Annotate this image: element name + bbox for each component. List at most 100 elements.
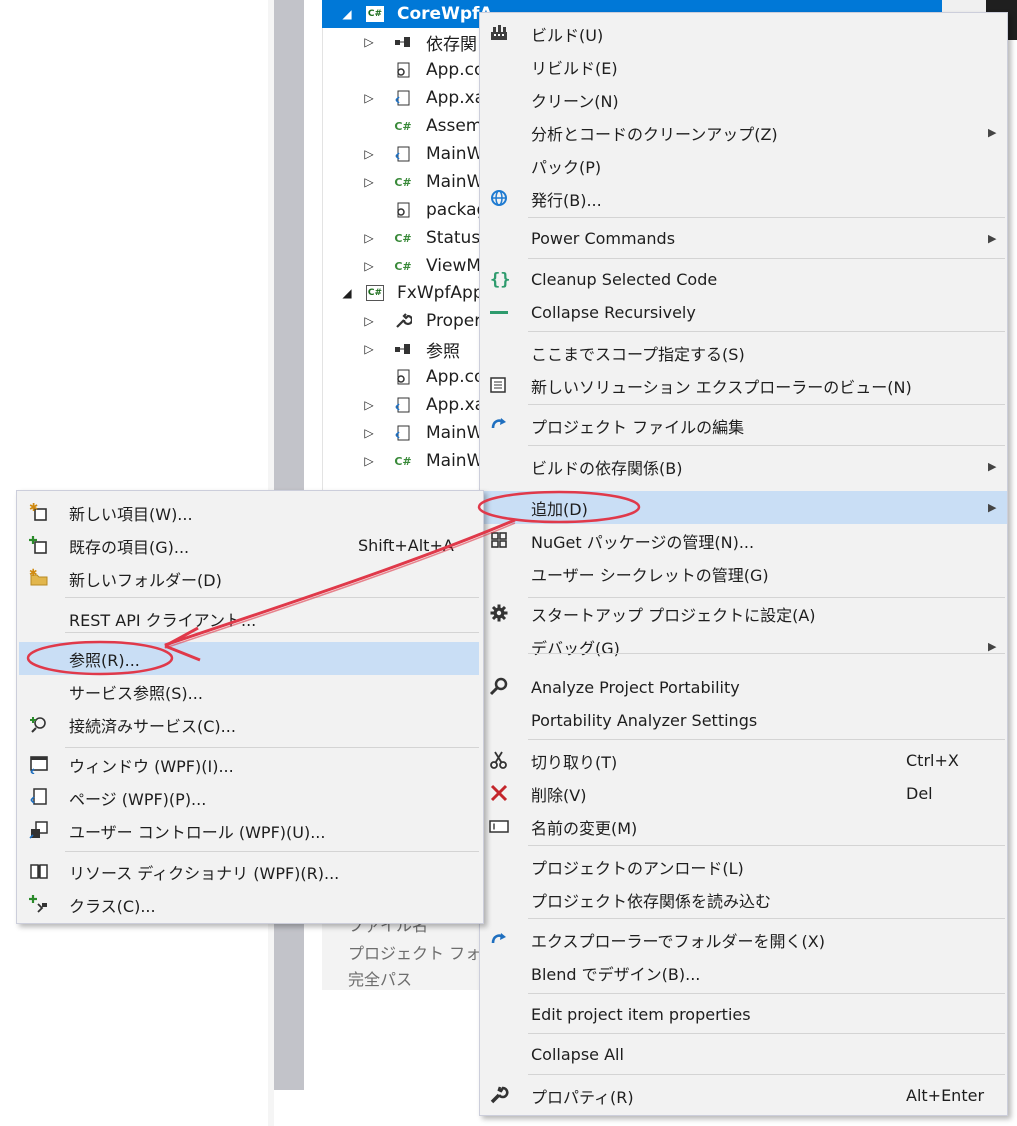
context-menu-item[interactable]: Portability Analyzer Settings	[480, 704, 1007, 737]
context-menu-item[interactable]: 発行(B)...	[480, 182, 1007, 215]
csharp-badge: C#	[394, 175, 412, 189]
svg-text:{}: {}	[490, 270, 509, 289]
submenu-item-label: ページ (WPF)(P)...	[69, 789, 207, 809]
tree-item-label: MainW	[426, 172, 484, 192]
context-menu-item[interactable]: リビルド(E)	[480, 50, 1007, 83]
tree-expand-arrow-icon[interactable]: ◢	[340, 7, 354, 21]
context-menu-item[interactable]: ユーザー シークレットの管理(G)	[480, 557, 1007, 590]
menu-separator	[528, 404, 1005, 405]
tree-expand-arrow-icon[interactable]: ▷	[362, 259, 376, 273]
tree-item-label: App.xa	[426, 395, 486, 415]
context-menu-item[interactable]: 切り取り(T) Ctrl+X	[480, 744, 1007, 777]
tree-item-label: App.co	[426, 367, 485, 387]
rename-icon	[487, 814, 511, 838]
context-menu-item[interactable]: パック(P)	[480, 149, 1007, 182]
tree-item-label: MainW	[426, 144, 484, 164]
context-menu-item[interactable]: Collapse All	[480, 1038, 1007, 1071]
context-menu-item-label: 切り取り(T)	[531, 752, 618, 772]
csharp-badge: C#	[366, 6, 384, 22]
context-menu-item-label: クリーン(N)	[531, 91, 619, 111]
submenu-item-label: リソース ディクショナリ (WPF)(R)...	[69, 863, 340, 883]
context-menu-item-label: ユーザー シークレットの管理(G)	[531, 565, 769, 585]
context-menu-item[interactable]: {} Cleanup Selected Code	[480, 263, 1007, 296]
context-menu-item[interactable]: 削除(V) Del	[480, 777, 1007, 810]
new-item-icon: ✱	[27, 500, 51, 524]
context-menu-item[interactable]: 名前の変更(M)	[480, 810, 1007, 843]
context-menu-item[interactable]: Collapse Recursively	[480, 296, 1007, 329]
existing-item-icon	[27, 533, 51, 557]
context-menu-item[interactable]: プロジェクト依存関係を読み込む	[480, 883, 1007, 916]
submenu-item[interactable]: リソース ディクショナリ (WPF)(R)...	[19, 855, 479, 888]
menu-separator	[528, 597, 1005, 598]
context-menu-item[interactable]: 分析とコードのクリーンアップ(Z) ▶	[480, 116, 1007, 149]
submenu-item[interactable]: 接続済みサービス(C)...	[19, 708, 479, 741]
gear-icon	[487, 601, 511, 625]
context-menu-item-label: 追加(D)	[531, 499, 588, 519]
xaml-file-icon	[394, 424, 412, 442]
svg-text:✱: ✱	[29, 568, 37, 579]
context-menu-item[interactable]: Edit project item properties	[480, 998, 1007, 1031]
submenu-item[interactable]: 既存の項目(G)... Shift+Alt+A	[19, 529, 479, 562]
submenu-arrow-icon: ▶	[988, 232, 997, 245]
submenu-item[interactable]: REST API クライアント...	[19, 602, 479, 635]
menu-separator	[65, 632, 479, 633]
tree-expand-arrow-icon[interactable]: ▷	[362, 147, 376, 161]
menu-separator	[528, 845, 1005, 846]
tree-item-label: App.xa	[426, 88, 486, 108]
context-menu-item[interactable]: プロパティ(R) Alt+Enter	[480, 1079, 1007, 1112]
submenu-item[interactable]: ウィンドウ (WPF)(I)...	[19, 748, 479, 781]
context-menu-item-label: ビルドの依存関係(B)	[531, 458, 683, 478]
config-file-icon	[394, 368, 412, 386]
submenu-item[interactable]: サービス参照(S)...	[19, 675, 479, 708]
submenu-item[interactable]: ページ (WPF)(P)...	[19, 781, 479, 814]
collapse-dash-icon	[487, 300, 511, 324]
context-menu-item[interactable]: エクスプローラーでフォルダーを開く(X)	[480, 923, 1007, 956]
submenu-item[interactable]: ユーザー コントロール (WPF)(U)...	[19, 814, 479, 847]
submenu-item[interactable]: クラス(C)...	[19, 888, 479, 921]
context-menu-item[interactable]: ここまでスコープ指定する(S)	[480, 336, 1007, 369]
tree-expand-arrow-icon[interactable]: ▷	[362, 342, 376, 356]
csharp-badge: C#	[394, 231, 412, 245]
menu-separator	[528, 739, 1005, 740]
context-menu-item[interactable]: 追加(D) ▶	[480, 491, 1007, 524]
tree-expand-arrow-icon[interactable]: ▷	[362, 175, 376, 189]
tree-expand-arrow-icon[interactable]: ▷	[362, 454, 376, 468]
context-menu-item[interactable]: Power Commands ▶	[480, 222, 1007, 255]
dependencies-icon	[394, 33, 412, 51]
tree-expand-arrow-icon[interactable]: ▷	[362, 91, 376, 105]
tree-expand-arrow-icon[interactable]: ▷	[362, 426, 376, 440]
shortcut-label: Ctrl+X	[906, 751, 959, 770]
context-menu-item[interactable]: ビルド(U)	[480, 17, 1007, 50]
context-menu-item[interactable]: プロジェクト ファイルの編集	[480, 409, 1007, 442]
tree-expand-arrow-icon[interactable]: ▷	[362, 314, 376, 328]
context-menu-item[interactable]: 新しいソリューション エクスプローラーのビュー(N)	[480, 369, 1007, 402]
tree-expand-arrow-icon[interactable]: ▷	[362, 35, 376, 49]
context-menu-item[interactable]: Analyze Project Portability	[480, 671, 1007, 704]
context-menu-item[interactable]: ビルドの依存関係(B) ▶	[480, 450, 1007, 483]
submenu-item-label: 参照(R)...	[69, 650, 140, 670]
menu-separator	[528, 258, 1005, 259]
csharp-project-icon: C#	[366, 284, 384, 302]
config-file-icon	[394, 61, 412, 79]
submenu-item[interactable]: 参照(R)...	[19, 642, 479, 675]
context-menu-item[interactable]: デバッグ(G) ▶	[480, 630, 1007, 663]
context-menu-item[interactable]: クリーン(N)	[480, 83, 1007, 116]
context-menu-item-label: プロパティ(R)	[531, 1087, 634, 1107]
tree-item-label: Proper	[426, 311, 482, 331]
context-menu-item[interactable]: Blend でデザイン(B)...	[480, 956, 1007, 989]
context-menu-item[interactable]: NuGet パッケージの管理(N)...	[480, 524, 1007, 557]
context-menu-item-label: エクスプローラーでフォルダーを開く(X)	[531, 931, 826, 951]
tree-expand-arrow-icon[interactable]: ▷	[362, 231, 376, 245]
publish-globe-icon	[487, 186, 511, 210]
tree-expand-arrow-icon[interactable]: ▷	[362, 398, 376, 412]
tree-item-label: Status	[426, 228, 481, 248]
submenu-item[interactable]: ✱ 新しいフォルダー(D)	[19, 562, 479, 595]
tree-item-label: 依存関	[426, 34, 477, 55]
tree-expand-arrow-icon[interactable]: ◢	[340, 286, 354, 300]
context-menu-item[interactable]: スタートアップ プロジェクトに設定(A)	[480, 597, 1007, 630]
menu-separator	[65, 747, 479, 748]
submenu-item-label: ユーザー コントロール (WPF)(U)...	[69, 822, 326, 842]
submenu-item[interactable]: ✱ 新しい項目(W)...	[19, 496, 479, 529]
csharp-file-icon: C#	[394, 257, 412, 275]
context-menu-item[interactable]: プロジェクトのアンロード(L)	[480, 850, 1007, 883]
